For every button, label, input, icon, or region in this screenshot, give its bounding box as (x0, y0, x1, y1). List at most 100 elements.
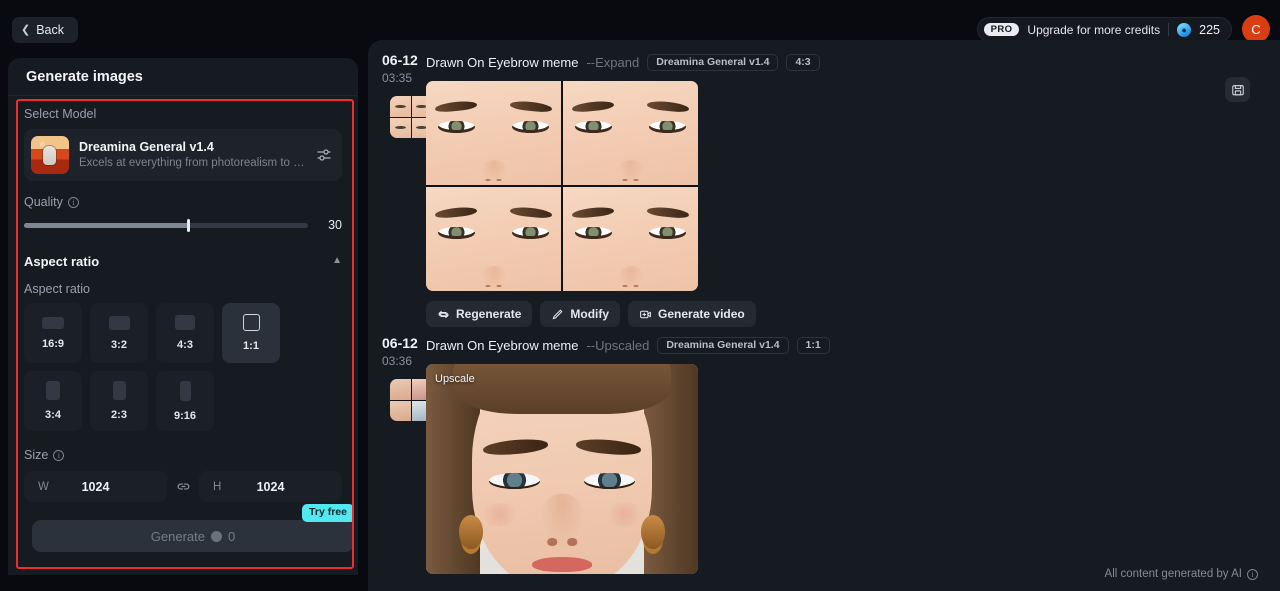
generation-time: 03:36 (382, 353, 413, 368)
height-key-label: H (213, 480, 222, 493)
aspect-ratio-option-16-9[interactable]: 16:9 (24, 303, 82, 363)
quality-slider[interactable] (24, 218, 308, 232)
coin-icon: ● (1177, 22, 1192, 37)
aspect-ratio-option-label: 3:4 (45, 409, 61, 421)
sliders-icon[interactable] (315, 146, 333, 164)
aspect-ratio-shape-icon (42, 316, 64, 329)
generation-timestamp: 06-12 03:35 (368, 52, 432, 327)
folder-save-icon[interactable] (1225, 77, 1250, 102)
aspect-ratio-option-3-4[interactable]: 3:4 (24, 371, 82, 431)
aspect-ratio-option-4-3[interactable]: 4:3 (156, 303, 214, 363)
video-plus-icon (640, 310, 651, 318)
info-icon[interactable]: i (1247, 568, 1258, 580)
info-icon[interactable]: i (67, 196, 79, 208)
generate-video-button[interactable]: Generate video (628, 301, 756, 327)
generate-button[interactable]: Generate 0 (32, 520, 354, 552)
pencil-icon (552, 309, 563, 319)
generation-feed: 06-12 03:35 Drawn On Eyebrow meme --Expa… (368, 40, 1280, 591)
model-name: Dreamina General v1.4 (79, 139, 214, 154)
aspect-ratio-shape-icon (179, 380, 191, 401)
aspect-ratio-options: 16:9 3:2 4:3 1:1 3:4 2:3 9:16 (24, 303, 342, 431)
ratio-tag: 4:3 (786, 53, 820, 71)
width-input[interactable]: W 1024 (24, 471, 167, 502)
ai-disclaimer-label: All content generated by AI (1104, 568, 1242, 580)
model-selector-card[interactable]: Dreamina General v1.4 Excels at everythi… (24, 129, 342, 181)
aspect-ratio-section-title: Aspect ratio (24, 254, 100, 269)
pro-badge: PRO (983, 22, 1020, 37)
link-icon[interactable] (175, 479, 191, 494)
size-label: Size (24, 448, 49, 462)
generate-video-label: Generate video (658, 307, 745, 321)
quality-slider-row: 30 (24, 218, 342, 232)
upgrade-credits-pill[interactable]: PRO Upgrade for more credits ● 225 (976, 17, 1232, 42)
generated-image[interactable] (426, 81, 698, 291)
generation-title: Drawn On Eyebrow meme (426, 337, 579, 353)
generate-images-panel: Generate images Select Model Dreamina Ge… (8, 58, 358, 575)
regenerate-button[interactable]: Regenerate (426, 301, 533, 327)
quality-slider-handle[interactable] (187, 218, 191, 232)
quality-slider-fill (24, 222, 189, 228)
generated-image[interactable]: Upscale (426, 364, 698, 574)
astronaut-poppy-field-thumbnail (31, 136, 69, 174)
refresh-icon (438, 310, 449, 318)
aspect-ratio-option-2-3[interactable]: 2:3 (90, 371, 148, 431)
ratio-tag: 1:1 (796, 336, 830, 354)
modify-label: Modify (570, 307, 610, 321)
aspect-ratio-option-label: 3:2 (111, 338, 127, 351)
width-key-label: W (38, 480, 49, 493)
size-row: W 1024 H 1024 (24, 471, 342, 502)
back-button-label: Back (36, 23, 65, 37)
eyes-2x2-grid-image (426, 81, 698, 291)
aspect-ratio-option-label: 2:3 (111, 409, 127, 421)
chevron-left-icon: ❮ (21, 23, 31, 36)
generation-row: 06-12 03:35 Drawn On Eyebrow meme --Expa… (368, 52, 1280, 327)
modify-button[interactable]: Modify (540, 301, 621, 327)
aspect-ratio-shape-icon (112, 381, 126, 400)
coin-icon (210, 530, 222, 542)
aspect-ratio-option-label: 1:1 (243, 340, 259, 352)
chevron-up-icon[interactable]: ▲ (332, 255, 342, 266)
try-free-badge: Try free (302, 504, 354, 522)
generate-button-label: Generate (150, 528, 205, 544)
avatar[interactable]: C (1242, 15, 1270, 43)
generation-timestamp: 06-12 03:36 (368, 335, 432, 574)
app-root: ❮ Back PRO Upgrade for more credits ● 22… (0, 0, 1280, 591)
height-input[interactable]: H 1024 (199, 471, 342, 502)
page-title: Generate images (8, 58, 358, 96)
quality-header: Quality i (24, 195, 342, 209)
aspect-ratio-option-label: 4:3 (177, 339, 193, 351)
quality-value: 30 (328, 218, 342, 232)
generation-subtitle: --Expand (586, 54, 640, 70)
upscaled-portrait-image (426, 364, 698, 574)
generation-header: Drawn On Eyebrow meme --Expand Dreamina … (426, 52, 1280, 72)
generation-title: Drawn On Eyebrow meme (426, 54, 579, 70)
panel-body: Select Model Dreamina General v1.4 Excel… (8, 96, 358, 502)
aspect-ratio-option-label: 16:9 (41, 337, 65, 350)
aspect-ratio-shape-icon (175, 315, 195, 330)
model-info: Dreamina General v1.4 Excels at everythi… (79, 139, 305, 171)
model-tag: Dreamina General v1.4 (647, 53, 779, 71)
generate-cost: 0 (227, 528, 236, 544)
generation-content: Drawn On Eyebrow meme --Upscaled Dreamin… (426, 335, 1280, 574)
aspect-ratio-option-9-16[interactable]: 9:16 (156, 371, 214, 431)
aspect-ratio-option-3-2[interactable]: 3:2 (90, 303, 148, 363)
aspect-ratio-shape-icon (242, 314, 260, 331)
generation-header: Drawn On Eyebrow meme --Upscaled Dreamin… (426, 335, 1280, 355)
divider (1168, 23, 1170, 36)
aspect-ratio-section-header[interactable]: Aspect ratio ▲ (24, 254, 342, 269)
credit-balance: 225 (1199, 22, 1220, 37)
generation-date: 06-12 (382, 52, 418, 68)
generation-actions: Regenerate Modify Generate video (426, 301, 1280, 327)
upgrade-label: Upgrade for more credits (1027, 22, 1161, 37)
model-description: Excels at everything from photorealism t… (79, 156, 305, 169)
aspect-ratio-option-1-1[interactable]: 1:1 (222, 303, 280, 363)
size-header: Size i (24, 448, 342, 462)
back-button[interactable]: ❮ Back (12, 17, 79, 43)
generation-subtitle: --Upscaled (586, 337, 650, 353)
info-icon[interactable]: i (53, 449, 65, 461)
generation-row: 06-12 03:36 Drawn On Eyebrow meme --Upsc… (368, 335, 1280, 574)
aspect-ratio-option-label: 9:16 (173, 409, 197, 422)
model-tag: Dreamina General v1.4 (657, 336, 789, 354)
aspect-ratio-field-label: Aspect ratio (24, 282, 91, 296)
generation-content: Drawn On Eyebrow meme --Expand Dreamina … (426, 52, 1280, 327)
